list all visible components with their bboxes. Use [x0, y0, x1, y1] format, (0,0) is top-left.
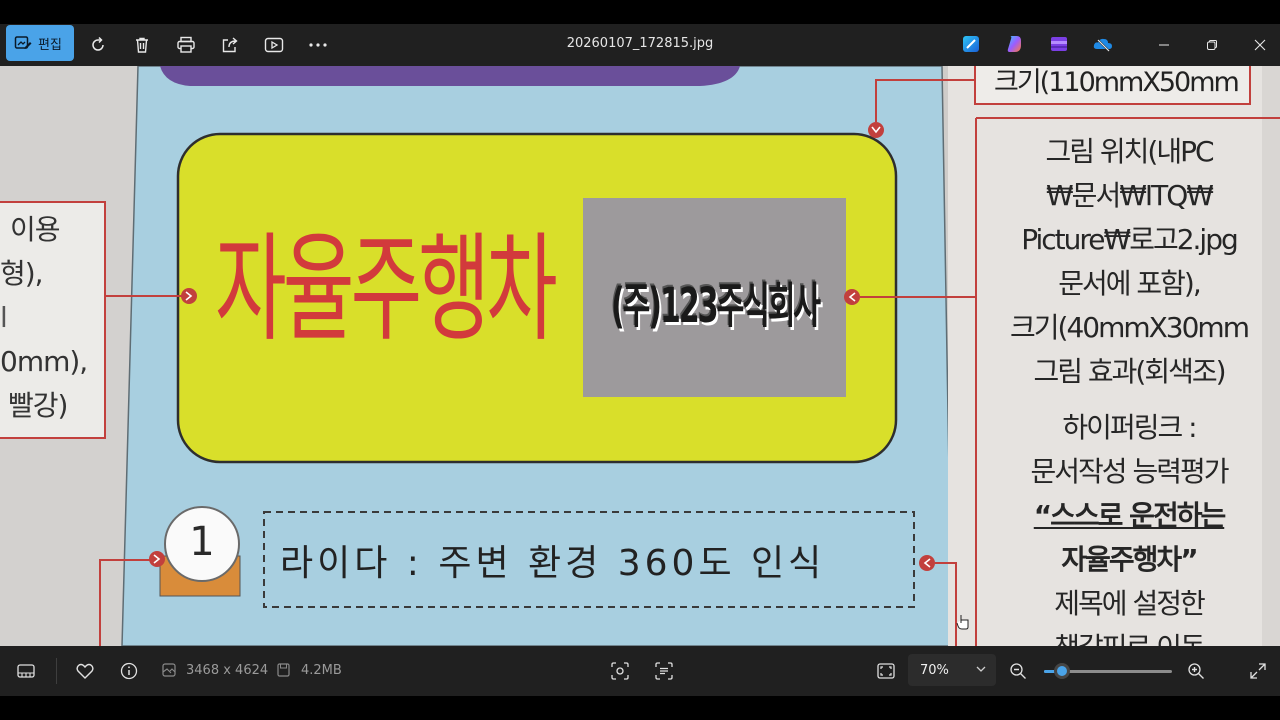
copilot-icon[interactable]: [1004, 33, 1026, 55]
right-callout-line: 그림 위치(내PC: [1045, 135, 1214, 168]
slideshow-icon: [264, 37, 284, 53]
zoom-level-select[interactable]: 70%: [908, 654, 996, 686]
restore-button[interactable]: [1188, 24, 1236, 66]
bottom-statusbar: 3468 x 4624 4.2MB 70%: [0, 646, 1280, 696]
close-button[interactable]: [1236, 24, 1280, 66]
yellow-box-title: 자율주행차: [215, 223, 558, 358]
item-number: 1: [189, 519, 215, 565]
item-left-connector-dot: [149, 551, 165, 567]
right-callout-line: ₩문서₩ITQ₩: [1046, 179, 1214, 212]
delete-button[interactable]: [125, 28, 159, 62]
right-callout-text: 그림 위치(내PC ₩문서₩ITQ₩ Picture₩로고2.jpg 문서에 포…: [996, 130, 1262, 394]
left-callout-line: l: [0, 301, 8, 334]
onedrive-icon[interactable]: [1092, 33, 1114, 55]
logo-text: (주)123주식회사: [610, 278, 821, 335]
slideshow-button[interactable]: [257, 28, 291, 62]
expand-icon: [1250, 663, 1266, 679]
chevron-down-icon: [976, 666, 986, 672]
right-callout2-line: 자율주행차”: [1061, 543, 1198, 576]
right-callout2-line: 제목에 설정한: [1054, 587, 1205, 620]
edit-image-icon: [14, 36, 32, 49]
image-dimensions: 3468 x 4624: [186, 663, 269, 678]
zoom-in-button[interactable]: [1181, 656, 1211, 686]
zoom-out-icon: [1010, 663, 1026, 679]
right-callout2-line: “스스로 운전하는: [1033, 499, 1226, 532]
right-callout2-line: 하이퍼링크 :: [1062, 411, 1197, 444]
right-callout2-text: 하이퍼링크 : 문서작성 능력평가 “스스로 운전하는 자율주행차” 제목에 설…: [996, 406, 1262, 646]
right-callout2-line: 문서작성 능력평가: [1030, 455, 1230, 488]
left-callout-line: 이용: [10, 213, 61, 246]
more-icon: [309, 43, 327, 47]
fullscreen-button[interactable]: [1243, 656, 1273, 686]
right-top-callout-text: 크기(110mmX50mm: [994, 67, 1240, 98]
scan-text-button[interactable]: [649, 656, 679, 686]
favorite-button[interactable]: [70, 656, 100, 686]
fit-window-icon: [877, 663, 895, 679]
hand-cursor-icon: [956, 615, 969, 630]
scan-text-icon: [655, 662, 673, 680]
right-callout2-line: 책갈피로 이동: [996, 626, 1262, 646]
file-size: 4.2MB: [301, 663, 342, 678]
edit-button[interactable]: 편집: [6, 25, 74, 61]
edit-button-label: 편집: [38, 37, 62, 53]
resolution-icon: [162, 663, 176, 677]
more-options-button[interactable]: [301, 28, 335, 62]
delete-icon: [136, 37, 148, 53]
share-icon: [222, 37, 238, 53]
minimize-button[interactable]: [1140, 24, 1188, 66]
minimize-icon: [1159, 44, 1169, 46]
clipchamp-icon[interactable]: [1048, 33, 1070, 55]
visual-search-button[interactable]: [605, 656, 635, 686]
right-callout-line: 문서에 포함),: [1058, 267, 1202, 300]
designer-icon[interactable]: [960, 33, 982, 55]
zoom-out-button[interactable]: [1003, 656, 1033, 686]
file-size-icon: [277, 663, 290, 677]
company-logo: (주)123주식회사: [590, 246, 840, 356]
zoom-level-value: 70%: [920, 662, 949, 678]
share-button[interactable]: [213, 28, 247, 62]
close-icon: [1254, 39, 1266, 51]
divider: [56, 658, 57, 684]
top-toolbar: 편집 20260107_172815.jpg: [0, 24, 1280, 66]
rotate-icon: [92, 36, 104, 51]
filmstrip-button[interactable]: [11, 656, 41, 686]
file-info-button[interactable]: [114, 656, 144, 686]
fit-to-window-button[interactable]: [871, 656, 901, 686]
right-callout-line: Picture₩로고2.jpg: [1021, 223, 1239, 256]
right-callout-line: 그림 효과(회색조): [1033, 355, 1226, 388]
logo-connector-dot: [844, 289, 860, 305]
item-right-connector-dot: [919, 555, 935, 571]
left-callout-line: 형),: [0, 257, 44, 290]
visual-search-icon: [611, 662, 629, 680]
left-connector-dot: [181, 288, 197, 304]
left-callout-text: 이용 형), l 0mm), 빨강): [0, 208, 104, 428]
top-connector-dot: [868, 122, 884, 138]
left-callout-line: 빨강): [8, 389, 68, 422]
item-text: 라이다 : 주변 환경 360도 인식: [280, 543, 826, 584]
restore-icon: [1207, 40, 1217, 50]
photo-canvas[interactable]: 자율주행차 (주)123주식회사 1 라이다 : 주변 환경 360도 인식 이…: [0, 66, 1280, 646]
print-button[interactable]: [169, 28, 203, 62]
filmstrip-icon: [17, 664, 35, 678]
left-callout-line: 0mm),: [0, 345, 88, 378]
heart-icon: [76, 663, 94, 679]
zoom-slider-thumb[interactable]: [1053, 663, 1070, 679]
zoom-in-icon: [1188, 663, 1204, 679]
rotate-button[interactable]: [81, 28, 115, 62]
info-icon: [120, 662, 138, 680]
print-icon: [177, 36, 195, 53]
right-callout-line: 크기(40mmX30mm: [1010, 311, 1250, 344]
